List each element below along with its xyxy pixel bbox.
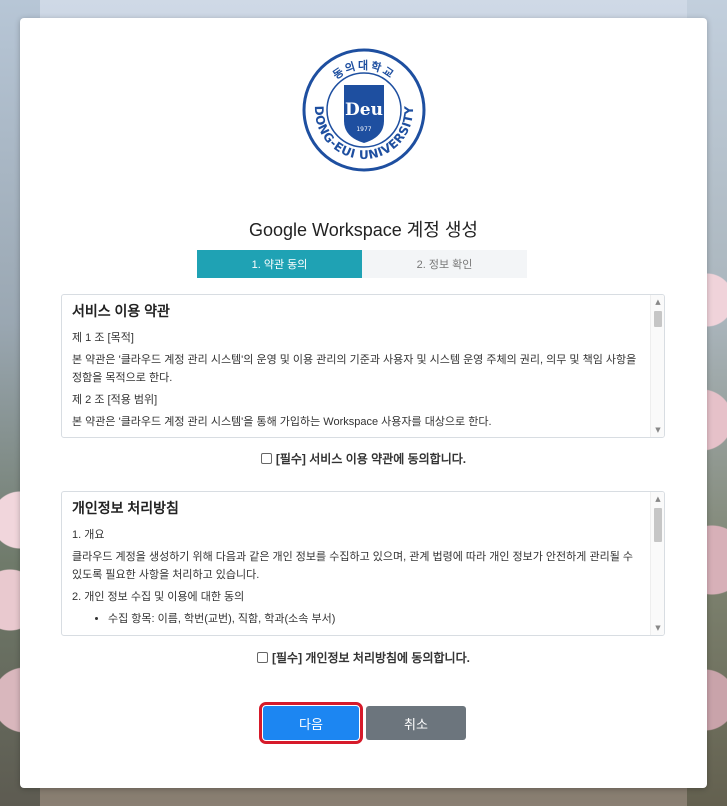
privacy-line: 2. 개인 정보 수집 및 이용에 대한 동의 (72, 591, 245, 603)
checkbox-icon[interactable] (260, 453, 272, 464)
step-terms-agreement: 1. 약관 동의 (197, 250, 362, 278)
terms-of-service-box[interactable]: 서비스 이용 약관 제 1 조 [목적] 본 약관은 '클라우드 계정 관리 시… (61, 294, 665, 438)
logo-emblem-text: Deu (345, 100, 383, 120)
privacy-line: 클라우드 계정을 생성하기 위해 다음과 같은 개인 정보를 수집하고 있으며,… (72, 551, 634, 581)
page-title: Google Workspace 계정 생성 (249, 220, 478, 240)
scroll-up-icon[interactable]: ▲ (651, 492, 664, 506)
privacy-scrollbar[interactable]: ▲ ▼ (650, 492, 664, 635)
scroll-down-icon[interactable]: ▼ (651, 621, 664, 635)
terms-scrollbar[interactable]: ▲ ▼ (650, 295, 664, 437)
privacy-agree-checkbox[interactable]: [필수] 개인정보 처리방침에 동의합니다. (20, 649, 707, 666)
terms-line: 본 약관은 '클라우드 계정 관리 시스템'을 통해 가입하는 Workspac… (72, 416, 492, 428)
privacy-bullet: 수집 항목: 이름, 학번(교번), 직함, 학과(소속 부서) (108, 610, 642, 628)
cancel-button[interactable]: 취소 (366, 706, 466, 740)
signup-card: 동의대학교 DONG-EUI UNIVERSITY Deu 1977 Googl… (20, 18, 707, 788)
terms-line: 제 1 조 [목적] (72, 332, 134, 344)
scroll-up-icon[interactable]: ▲ (651, 295, 664, 309)
terms-agree-label: [필수] 서비스 이용 약관에 동의합니다. (275, 452, 467, 466)
privacy-policy-box[interactable]: 개인정보 처리방침 1. 개요 클라우드 계정을 생성하기 위해 다음과 같은 … (61, 491, 665, 636)
privacy-line: 1. 개요 (72, 529, 105, 541)
terms-agree-checkbox[interactable]: [필수] 서비스 이용 약관에 동의합니다. (20, 450, 707, 467)
scroll-thumb[interactable] (654, 508, 662, 542)
terms-line: 제 2 조 [적용 범위] (72, 394, 158, 406)
step-info-confirm: 2. 정보 확인 (362, 250, 527, 278)
privacy-heading: 개인정보 처리방침 (72, 500, 179, 516)
terms-heading: 서비스 이용 약관 (72, 303, 170, 319)
next-button[interactable]: 다음 (259, 702, 363, 744)
privacy-agree-label: [필수] 개인정보 처리방침에 동의합니다. (272, 651, 470, 665)
university-logo: 동의대학교 DONG-EUI UNIVERSITY Deu 1977 (301, 47, 427, 173)
logo-year: 1977 (356, 126, 371, 133)
scroll-down-icon[interactable]: ▼ (651, 423, 664, 437)
scroll-thumb[interactable] (654, 311, 662, 327)
terms-line: 본 약관은 '클라우드 계정 관리 시스템'의 운영 및 이용 관리의 기준과 … (72, 354, 637, 384)
checkbox-icon[interactable] (257, 652, 268, 663)
step-indicator: 1. 약관 동의 2. 정보 확인 (197, 250, 527, 278)
